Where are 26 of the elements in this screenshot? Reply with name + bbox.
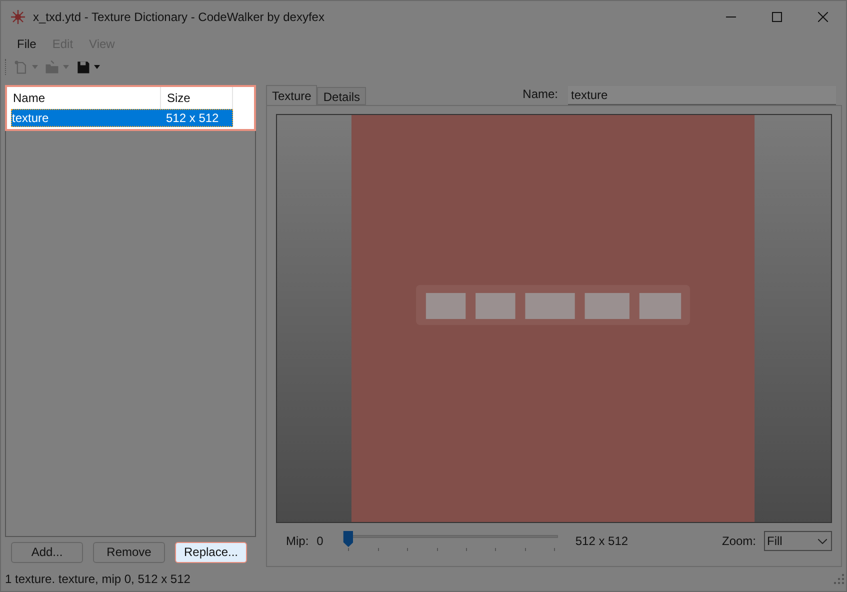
list-row[interactable]: texture 512 x 512 bbox=[11, 109, 233, 127]
zoom-label: Zoom: bbox=[722, 533, 756, 550]
zoom-dropdown[interactable]: Fill bbox=[764, 531, 832, 551]
action-button[interactable]: Add... bbox=[11, 542, 83, 562]
mip-value: 0 bbox=[316, 533, 324, 550]
slider-thumb[interactable] bbox=[343, 531, 354, 547]
action-button[interactable]: Remove bbox=[93, 542, 165, 562]
menu-item[interactable]: File bbox=[9, 35, 44, 53]
status-text: 1 texture. texture, mip 0, 512 x 512 bbox=[5, 571, 190, 588]
save-icon[interactable] bbox=[75, 59, 91, 75]
tab[interactable]: Details bbox=[317, 87, 366, 105]
action-button[interactable]: Replace... bbox=[175, 542, 247, 562]
mip-slider[interactable] bbox=[343, 531, 558, 551]
texture-name: texture bbox=[12, 110, 50, 127]
name-field[interactable]: texture bbox=[568, 86, 836, 105]
chevron-down-icon bbox=[818, 538, 827, 544]
window-title: x_txd.ytd - Texture Dictionary - CodeWalker by dexyfex bbox=[33, 9, 324, 26]
texture-dimensions: 512 x 512 bbox=[575, 533, 628, 550]
texture-size: 512 x 512 bbox=[166, 110, 219, 127]
app-logo-icon bbox=[11, 10, 25, 24]
maximize-icon bbox=[772, 12, 782, 22]
resize-grip-icon[interactable] bbox=[834, 574, 844, 584]
dropdown-caret-icon[interactable] bbox=[94, 65, 100, 69]
name-label: Name: bbox=[522, 86, 558, 103]
mip-label: Mip: bbox=[286, 533, 309, 550]
close-icon bbox=[818, 12, 828, 22]
